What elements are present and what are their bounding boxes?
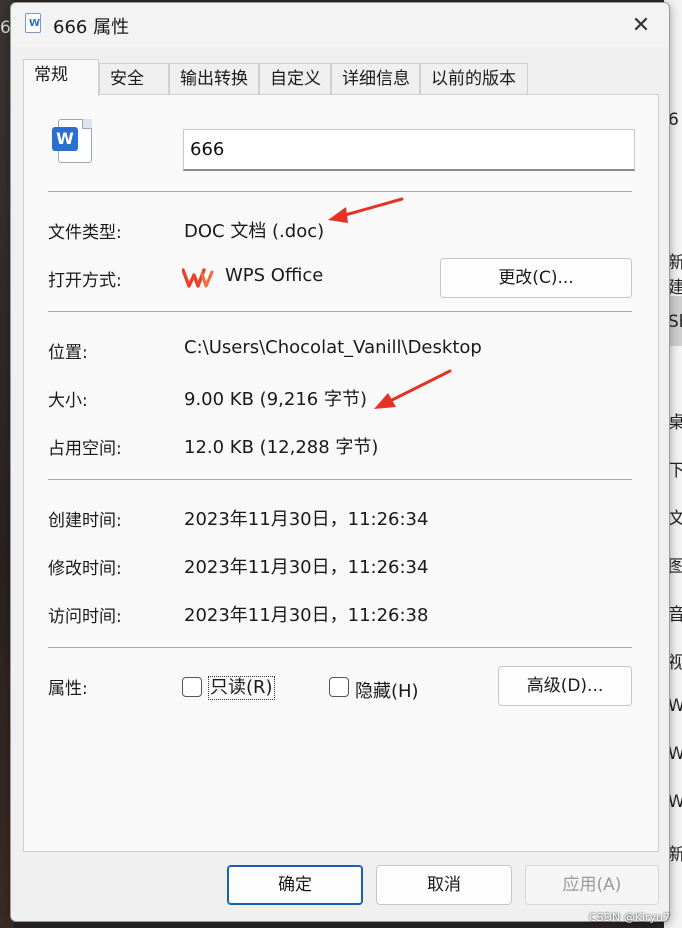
background-text-fragment: 文 [668,509,682,529]
background-text-fragment: 视 [668,653,682,673]
divider [48,191,632,192]
location-value: C:\Users\Chocolat_Vanill\Desktop [184,337,482,358]
watermark: CSDN @Kiryu7 [588,911,670,924]
general-tab-panel: W 文件类型: DOC 文档 (.doc) 打开方式: WPS Office 更… [23,94,659,852]
tab-custom[interactable]: 自定义 [259,63,331,95]
tab-output-conversion[interactable]: 输出转换 [169,63,259,95]
file-type-value: DOC 文档 (.doc) [184,221,325,242]
word-icon-letter: W [29,18,41,29]
size-label: 大小: [48,391,88,411]
size-on-disk-value: 12.0 KB (12,288 字节) [184,437,379,458]
tab-details[interactable]: 详细信息 [331,63,420,95]
accessed-value: 2023年11月30日，11:26:38 [184,605,429,626]
background-text-fragment: 新 [668,845,682,865]
tab-general[interactable]: 常规 [23,59,99,96]
ok-button[interactable]: 确定 [227,865,363,905]
modified-value: 2023年11月30日，11:26:34 [184,557,429,578]
change-button[interactable]: 更改(C)... [440,258,632,298]
readonly-checkbox[interactable] [182,677,202,697]
wps-logo-icon [182,268,214,288]
accessed-label: 访问时间: [48,607,122,627]
hidden-label[interactable]: 隐藏(H) [355,677,419,703]
word-badge: W [52,127,78,151]
created-label: 创建时间: [48,511,122,531]
word-document-icon: W [52,119,92,163]
document-fold-shape [82,119,92,129]
divider [48,311,632,312]
background-text-fragment: W [668,696,682,716]
background-text-fragment: W [668,792,682,812]
background-text-fragment: 图 [668,557,682,577]
annotation-arrow [328,197,404,223]
created-value: 2023年11月30日，11:26:34 [184,509,429,530]
window-title: 666 属性 [53,17,130,38]
size-value: 9.00 KB (9,216 字节) [184,389,367,410]
readonly-label[interactable]: 只读(R) [208,676,275,700]
open-with-value: WPS Office [225,265,324,286]
open-with-label: 打开方式: [48,271,122,291]
properties-dialog: W 666 属性 ✕ 常规 安全 输出转换 自定义 详细信息 以前的版本 W 文… [10,2,670,922]
background-text-fragment: 新建 [668,253,682,298]
modified-label: 修改时间: [48,559,122,579]
tab-previous-versions[interactable]: 以前的版本 [420,63,528,95]
background-text-fragment: 桌 [668,413,682,433]
title-bar[interactable]: W 666 属性 ✕ [11,3,669,47]
advanced-button[interactable]: 高级(D)... [498,666,632,706]
file-type-label: 文件类型: [48,223,122,243]
cancel-button[interactable]: 取消 [376,865,512,905]
background-text-fragment: Sh [668,312,682,332]
hidden-checkbox[interactable] [329,677,349,697]
apply-button[interactable]: 应用(A) [525,865,659,905]
file-name-input[interactable] [183,129,635,171]
background-text-fragment: 下 [668,461,682,481]
background-text-fragment: W [668,744,682,764]
tab-security[interactable]: 安全 [99,63,169,95]
background-text-fragment: 音 [668,605,682,625]
close-button[interactable]: ✕ [625,9,657,41]
word-document-icon: W [25,13,41,33]
attributes-label: 属性: [48,679,88,699]
close-icon: ✕ [631,12,651,38]
location-label: 位置: [48,343,88,363]
divider [48,479,632,480]
size-on-disk-label: 占用空间: [48,439,122,459]
divider [48,647,632,648]
annotation-arrow [374,369,452,409]
